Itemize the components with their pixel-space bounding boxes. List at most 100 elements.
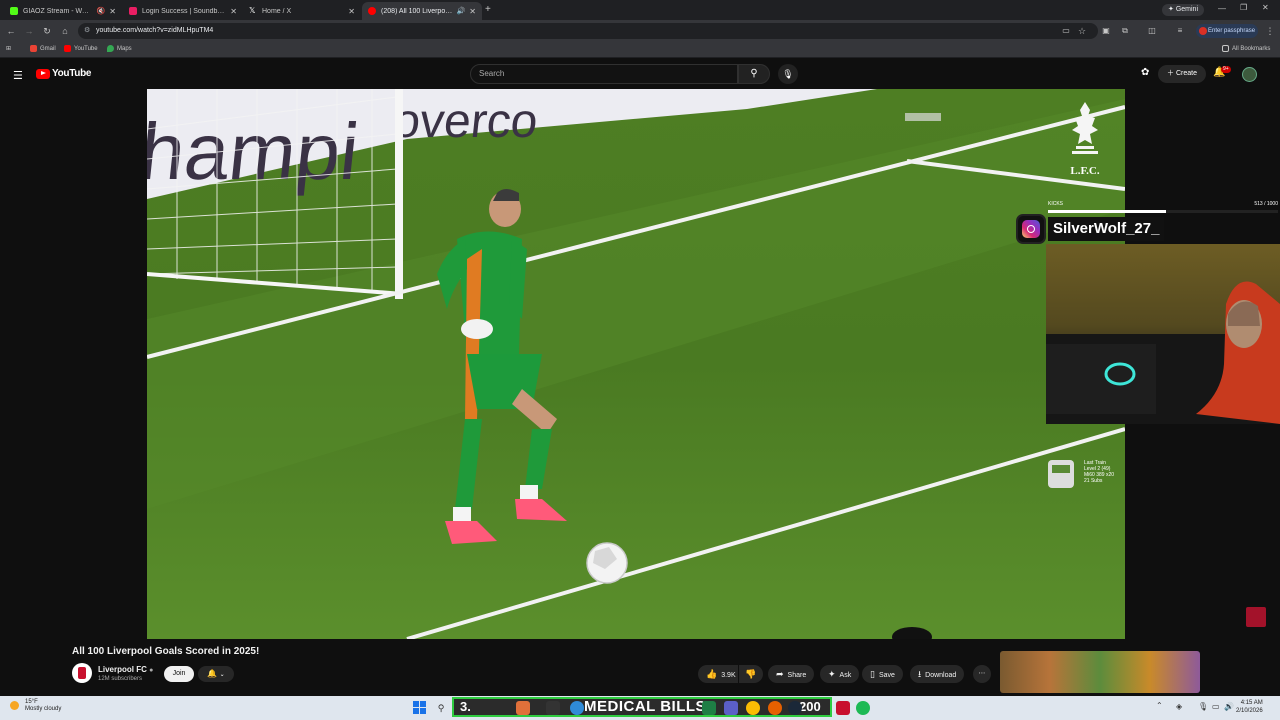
- side-panel-icon[interactable]: ◫: [1146, 25, 1158, 37]
- microphone-tray-icon[interactable]: 🎙: [1198, 702, 1208, 711]
- channel-name[interactable]: Liverpool FC ●: [98, 665, 153, 674]
- account-avatar[interactable]: [1242, 67, 1257, 82]
- taskbar-steam-icon[interactable]: [788, 701, 802, 715]
- banner-right-number: 200: [799, 699, 821, 714]
- passphrase-label: Enter passphrase: [1208, 28, 1256, 34]
- profile-alert-icon: [1199, 27, 1207, 35]
- tab-close-icon[interactable]: ✕: [469, 7, 476, 16]
- create-label: Create: [1175, 70, 1197, 77]
- taskbar-firefox-icon[interactable]: [768, 701, 782, 715]
- browser-tab-2[interactable]: 𝕏 Home / X ✕: [243, 2, 361, 20]
- folder-icon: [1222, 45, 1229, 52]
- dislike-button[interactable]: 👎: [739, 665, 763, 683]
- svg-text:overco: overco: [391, 94, 541, 148]
- bookmark-star-icon[interactable]: ☆: [1076, 25, 1088, 37]
- gemini-button[interactable]: ✦ Gemini: [1162, 4, 1205, 16]
- url-text: youtube.com/watch?v=zidMLHpuTM4: [96, 27, 214, 34]
- taskbar-app2-icon[interactable]: [836, 701, 850, 715]
- extension-gear-icon[interactable]: ✿: [1141, 67, 1149, 78]
- speaker-icon[interactable]: 🔊: [457, 7, 466, 15]
- ask-button[interactable]: ✦ Ask: [820, 665, 860, 683]
- tab-title: Home / X: [262, 7, 292, 15]
- site-info-icon[interactable]: ⚙: [84, 23, 90, 39]
- taskbar-excel-icon[interactable]: [702, 701, 716, 715]
- svg-text:hampi: hampi: [147, 106, 363, 196]
- muted-speaker-icon[interactable]: 🔇: [97, 7, 106, 15]
- tab-close-icon[interactable]: ✕: [230, 7, 237, 16]
- bookmark-label: Gmail: [40, 45, 56, 52]
- train-info: Last Train Level 2 (49) Mi60 389 x20 21 …: [1084, 460, 1114, 484]
- reload-icon[interactable]: ↻: [41, 25, 53, 37]
- tab-close-icon[interactable]: ✕: [109, 7, 116, 16]
- clock-date: 2/10/2026: [1236, 708, 1263, 714]
- promoted-thumbnail[interactable]: [1000, 651, 1200, 693]
- train-icon: [1048, 460, 1074, 488]
- hamburger-menu-icon[interactable]: ☰: [13, 69, 23, 82]
- browser-toolbar: ← → ↻ ⌂ ⚙ youtube.com/watch?v=zidMLHpuTM…: [0, 20, 1280, 42]
- video-player[interactable]: hampi overco: [147, 89, 1125, 639]
- search-button[interactable]: ⚲: [738, 64, 770, 84]
- forward-arrow-icon[interactable]: →: [23, 25, 35, 37]
- home-icon[interactable]: ⌂: [59, 25, 71, 37]
- extension-icon[interactable]: ▣: [1100, 25, 1112, 37]
- weather-widget[interactable]: 15°F Mostly cloudy: [10, 699, 61, 713]
- browser-tab-1[interactable]: Login Success | Soundboard Bo ✕: [123, 2, 243, 20]
- tray-chevron-up-icon[interactable]: ⌃: [1156, 701, 1170, 715]
- taskbar-teams-icon[interactable]: [724, 701, 738, 715]
- new-tab-button[interactable]: +: [485, 4, 491, 15]
- microphone-icon: 🎙: [782, 69, 794, 79]
- ask-label: Ask: [839, 672, 852, 679]
- subscription-bell-button[interactable]: 🔔 ⌄: [198, 666, 234, 682]
- close-window-icon[interactable]: ✕: [1262, 3, 1269, 12]
- cast-icon[interactable]: ▭: [1060, 25, 1072, 37]
- volume-icon[interactable]: 🔊: [1224, 702, 1234, 711]
- temperature: 15°F: [25, 699, 38, 705]
- bookmark-gmail[interactable]: Gmail: [30, 45, 56, 52]
- windows-start-icon[interactable]: [413, 701, 427, 715]
- apps-grid-icon[interactable]: ⊞: [6, 45, 11, 52]
- browser-tab-0[interactable]: GIAOZ Stream - Watch Live 🔇 ✕: [4, 2, 122, 20]
- downloads-icon[interactable]: ≡: [1174, 25, 1186, 37]
- weather-condition: Mostly cloudy: [25, 706, 62, 712]
- chevron-down-icon: ⌄: [219, 672, 225, 678]
- chrome-menu-icon[interactable]: ⋮: [1264, 25, 1276, 37]
- back-arrow-icon[interactable]: ←: [5, 25, 17, 37]
- taskbar-search-icon[interactable]: ⚲: [434, 701, 448, 715]
- youtube-favicon-icon: [368, 7, 376, 15]
- tab-close-icon[interactable]: ✕: [348, 7, 355, 16]
- bookmarks-bar: ⊞ Gmail YouTube Maps All Bookmarks: [0, 42, 1280, 58]
- taskbar-spotify-icon[interactable]: [856, 701, 870, 715]
- like-button[interactable]: 👍 3.9K: [698, 665, 738, 683]
- puzzle-extensions-icon[interactable]: ⧉: [1119, 25, 1131, 37]
- share-button[interactable]: ➦ Share: [768, 665, 815, 683]
- address-bar[interactable]: ⚙ youtube.com/watch?v=zidMLHpuTM4: [78, 23, 1098, 39]
- instagram-handle: SilverWolf_27_: [1048, 217, 1165, 241]
- tab-title: GIAOZ Stream - Watch Live: [23, 7, 93, 15]
- bookmark-maps[interactable]: Maps: [107, 45, 132, 52]
- more-actions-button[interactable]: ⋯: [973, 665, 991, 683]
- taskbar-edge-icon[interactable]: [570, 701, 584, 715]
- tray-app-icon[interactable]: ◈: [1176, 702, 1182, 711]
- search-input[interactable]: Search: [470, 64, 738, 84]
- restore-window-icon[interactable]: ❐: [1240, 3, 1247, 12]
- gemini-sparkle-icon: ✦: [1168, 6, 1174, 13]
- create-button[interactable]: ＋ Create: [1158, 65, 1206, 83]
- all-bookmarks-button[interactable]: All Bookmarks: [1222, 45, 1270, 52]
- bookmark-youtube[interactable]: YouTube: [64, 45, 98, 52]
- download-button[interactable]: ⭳ Download: [910, 665, 965, 683]
- browser-tab-3[interactable]: (208) All 100 Liverpool Goals 🔊 ✕: [362, 2, 482, 20]
- channel-avatar[interactable]: [72, 663, 92, 683]
- network-icon[interactable]: ▭: [1212, 702, 1220, 711]
- gemini-label: Gemini: [1175, 6, 1199, 13]
- taskbar-chrome-icon[interactable]: [746, 701, 760, 715]
- system-clock[interactable]: 4:15 AM 2/10/2026: [1236, 699, 1263, 715]
- taskbar-terminal-icon[interactable]: [546, 701, 560, 715]
- voice-search-button[interactable]: 🎙: [778, 64, 798, 84]
- taskbar-app-icon[interactable]: [516, 701, 530, 715]
- minimize-window-icon[interactable]: —: [1218, 4, 1226, 13]
- join-button[interactable]: Join: [164, 666, 194, 682]
- save-button[interactable]: ▯ Save: [862, 665, 903, 683]
- youtube-logo[interactable]: YouTube: [36, 68, 92, 79]
- liverbird-icon: [1072, 102, 1098, 154]
- enter-passphrase-button[interactable]: Enter passphrase: [1196, 24, 1258, 38]
